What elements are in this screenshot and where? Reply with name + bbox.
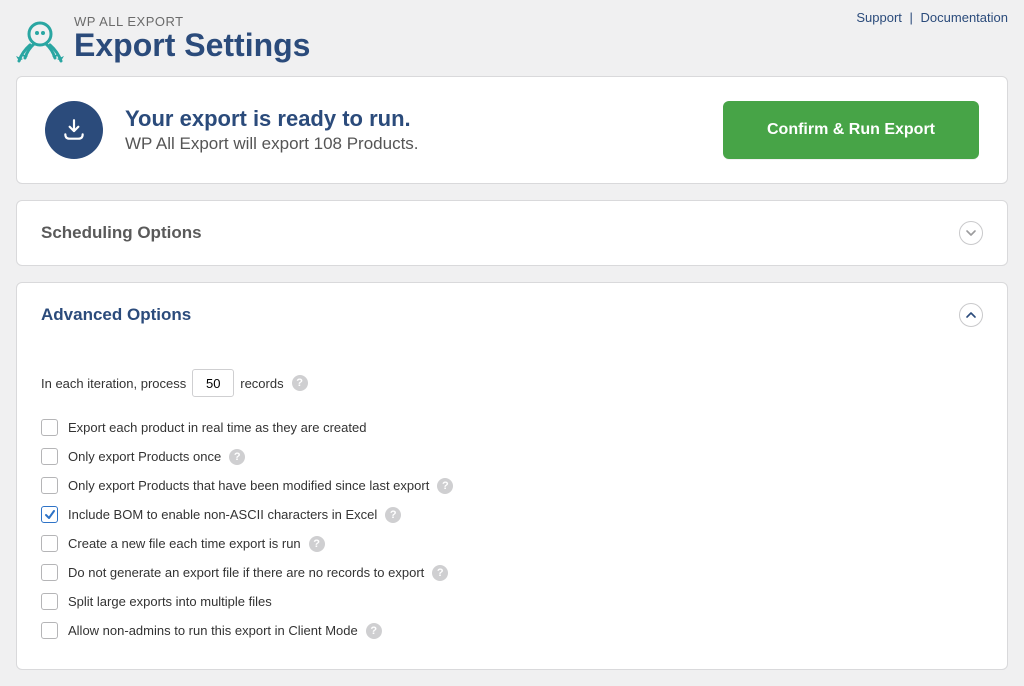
- header-titles: WP ALL EXPORT Export Settings: [74, 14, 310, 64]
- option-label[interactable]: Do not generate an export file if there …: [68, 565, 424, 580]
- option-label[interactable]: Only export Products that have been modi…: [68, 478, 429, 493]
- export-ready-sub: WP All Export will export 108 Products.: [125, 134, 419, 154]
- option-row: Create a new file each time export is ru…: [41, 535, 983, 552]
- help-icon[interactable]: ?: [366, 623, 382, 639]
- advanced-title: Advanced Options: [41, 305, 191, 325]
- download-icon: [45, 101, 103, 159]
- logo-icon: [16, 16, 64, 64]
- iteration-prefix: In each iteration, process: [41, 376, 186, 391]
- page-header: WP ALL EXPORT Export Settings Support | …: [0, 0, 1024, 76]
- help-icon[interactable]: ?: [229, 449, 245, 465]
- option-label[interactable]: Allow non-admins to run this export in C…: [68, 623, 358, 638]
- option-checkbox[interactable]: [41, 622, 58, 639]
- support-link[interactable]: Support: [856, 10, 902, 25]
- header-links: Support | Documentation: [856, 10, 1008, 25]
- option-row: Export each product in real time as they…: [41, 419, 983, 436]
- advanced-header[interactable]: Advanced Options: [17, 283, 1007, 347]
- page-title: Export Settings: [74, 27, 310, 64]
- scheduling-title: Scheduling Options: [41, 223, 202, 243]
- option-label[interactable]: Only export Products once: [68, 449, 221, 464]
- scheduling-panel: Scheduling Options: [16, 200, 1008, 266]
- option-row: Include BOM to enable non-ASCII characte…: [41, 506, 983, 523]
- export-ready-heading: Your export is ready to run.: [125, 106, 419, 132]
- option-label[interactable]: Include BOM to enable non-ASCII characte…: [68, 507, 377, 522]
- help-icon[interactable]: ?: [432, 565, 448, 581]
- option-checkbox[interactable]: [41, 564, 58, 581]
- chevron-up-icon: [959, 303, 983, 327]
- chevron-down-icon: [959, 221, 983, 245]
- option-checkbox[interactable]: [41, 448, 58, 465]
- option-label[interactable]: Create a new file each time export is ru…: [68, 536, 301, 551]
- option-row: Split large exports into multiple files: [41, 593, 983, 610]
- option-row: Only export Products that have been modi…: [41, 477, 983, 494]
- iteration-count-input[interactable]: [192, 369, 234, 397]
- iteration-suffix: records: [240, 376, 283, 391]
- scheduling-header[interactable]: Scheduling Options: [17, 201, 1007, 265]
- help-icon[interactable]: ?: [385, 507, 401, 523]
- help-icon[interactable]: ?: [437, 478, 453, 494]
- option-checkbox[interactable]: [41, 477, 58, 494]
- iteration-row: In each iteration, process records ?: [41, 369, 983, 397]
- export-ready-text: Your export is ready to run. WP All Expo…: [125, 106, 419, 154]
- option-checkbox[interactable]: [41, 506, 58, 523]
- link-separator: |: [910, 10, 913, 25]
- export-ready-panel: Your export is ready to run. WP All Expo…: [16, 76, 1008, 184]
- help-icon[interactable]: ?: [292, 375, 308, 391]
- options-list: Export each product in real time as they…: [41, 419, 983, 639]
- documentation-link[interactable]: Documentation: [921, 10, 1008, 25]
- confirm-run-export-button[interactable]: Confirm & Run Export: [723, 101, 979, 159]
- advanced-panel: Advanced Options In each iteration, proc…: [16, 282, 1008, 670]
- option-label[interactable]: Split large exports into multiple files: [68, 594, 272, 609]
- option-row: Allow non-admins to run this export in C…: [41, 622, 983, 639]
- option-row: Do not generate an export file if there …: [41, 564, 983, 581]
- option-checkbox[interactable]: [41, 535, 58, 552]
- option-checkbox[interactable]: [41, 419, 58, 436]
- help-icon[interactable]: ?: [309, 536, 325, 552]
- option-label[interactable]: Export each product in real time as they…: [68, 420, 366, 435]
- advanced-body: In each iteration, process records ? Exp…: [17, 347, 1007, 669]
- option-checkbox[interactable]: [41, 593, 58, 610]
- option-row: Only export Products once?: [41, 448, 983, 465]
